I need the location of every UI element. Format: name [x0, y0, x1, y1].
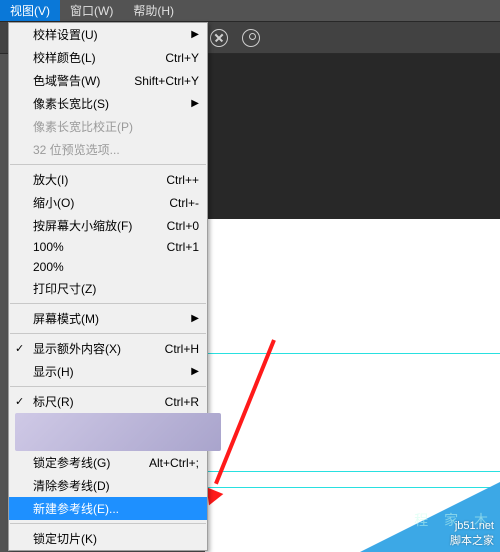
menu-clear-guides[interactable]: 清除参考线(D)	[9, 474, 207, 497]
menu-separator	[10, 303, 206, 304]
menu-lock-guides[interactable]: 锁定参考线(G)Alt+Ctrl+;	[9, 451, 207, 474]
cancel-icon[interactable]	[210, 29, 228, 47]
guide-line	[205, 471, 500, 472]
menu-extras[interactable]: 显示额外内容(X)Ctrl+H	[9, 337, 207, 360]
blurred-region	[15, 413, 221, 451]
menu-pixel-aspect[interactable]: 像素长宽比(S)▶	[9, 92, 207, 115]
menu-new-guide[interactable]: 新建参考线(E)...	[9, 497, 207, 520]
menu-fit-screen[interactable]: 按屏幕大小缩放(F)Ctrl+0	[9, 214, 207, 237]
menu-separator	[10, 386, 206, 387]
menu-gamut-warning[interactable]: 色域警告(W)Shift+Ctrl+Y	[9, 69, 207, 92]
menu-help[interactable]: 帮助(H)	[123, 0, 184, 21]
menu-rulers[interactable]: 标尺(R)Ctrl+R	[9, 390, 207, 413]
menu-screen-mode[interactable]: 屏幕模式(M)▶	[9, 307, 207, 330]
menu-proof-setup[interactable]: 校样设置(U)▶	[9, 23, 207, 46]
menu-zoom-out[interactable]: 缩小(O)Ctrl+-	[9, 191, 207, 214]
menu-proof-colors[interactable]: 校样颜色(L)Ctrl+Y	[9, 46, 207, 69]
menu-200-percent[interactable]: 200%	[9, 257, 207, 277]
menu-32bit-preview: 32 位预览选项...	[9, 138, 207, 161]
target-icon[interactable]	[242, 29, 260, 47]
menu-lock-slices[interactable]: 锁定切片(K)	[9, 527, 207, 550]
menu-print-size[interactable]: 打印尺寸(Z)	[9, 277, 207, 300]
menu-zoom-in[interactable]: 放大(I)Ctrl++	[9, 168, 207, 191]
submenu-arrow-icon: ▶	[191, 313, 199, 324]
canvas-dark-area	[205, 54, 500, 219]
guide-line	[205, 353, 500, 354]
submenu-arrow-icon: ▶	[191, 98, 199, 109]
menu-separator	[10, 523, 206, 524]
menu-window[interactable]: 窗口(W)	[60, 0, 123, 21]
submenu-arrow-icon: ▶	[191, 366, 199, 377]
menu-show[interactable]: 显示(H)▶	[9, 360, 207, 383]
view-menu-dropdown: 校样设置(U)▶ 校样颜色(L)Ctrl+Y 色域警告(W)Shift+Ctrl…	[8, 22, 208, 551]
menu-view[interactable]: 视图(V)	[0, 0, 60, 21]
menu-separator	[10, 164, 206, 165]
menu-100-percent[interactable]: 100%Ctrl+1	[9, 237, 207, 257]
menu-separator	[10, 333, 206, 334]
menu-par-correction: 像素长宽比校正(P)	[9, 115, 207, 138]
submenu-arrow-icon: ▶	[191, 29, 199, 40]
watermark-text: jb51.net脚本之家	[450, 519, 494, 548]
